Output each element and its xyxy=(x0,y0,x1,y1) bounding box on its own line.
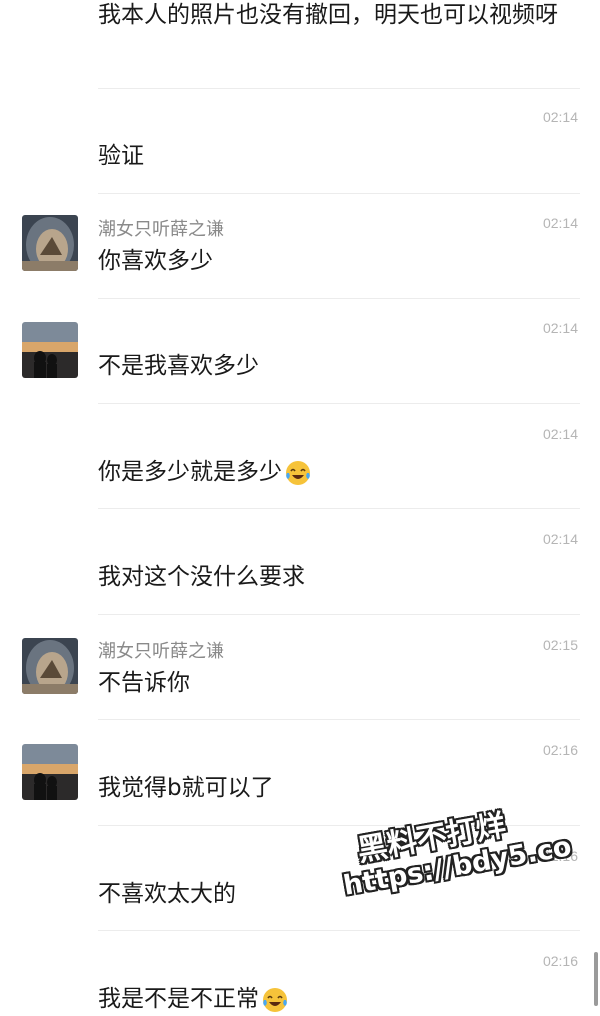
avatar[interactable] xyxy=(22,322,78,378)
message-time: 02:16 xyxy=(542,953,578,969)
message-text-content: 我是不是不正常 xyxy=(98,986,259,1012)
message-time: 02:14 xyxy=(542,426,578,442)
message-text-content: 你是多少就是多少 xyxy=(98,459,282,485)
avatar[interactable] xyxy=(22,215,78,271)
message-text: 不告诉你 xyxy=(98,670,190,696)
message-item[interactable]: 02:16 我是不是不正常 xyxy=(0,930,600,1012)
message-item[interactable]: 02:14 你是多少就是多少 xyxy=(0,403,600,508)
message-time: 02:16 xyxy=(542,742,578,758)
message-text: 我对这个没什么要求 xyxy=(98,564,305,590)
message-time: 02:14 xyxy=(542,320,578,336)
avatar[interactable] xyxy=(22,744,78,800)
sender-name: 潮女只听薛之谦 xyxy=(98,219,224,240)
message-text: 验证 xyxy=(98,143,144,169)
message-text: 我本人的照片也没有撤回，明天也可以视频呀 xyxy=(98,2,558,28)
message-item[interactable]: 我本人的照片也没有撤回，明天也可以视频呀 xyxy=(0,0,600,88)
laugh-cry-emoji-icon xyxy=(286,460,310,485)
message-text: 不是我喜欢多少 xyxy=(98,353,259,379)
message-item[interactable]: 02:14 我对这个没什么要求 xyxy=(0,508,600,614)
scrollbar[interactable] xyxy=(594,952,598,1006)
laugh-cry-emoji-icon xyxy=(263,987,287,1012)
message-time: 02:14 xyxy=(542,109,578,125)
message-time: 02:15 xyxy=(542,637,578,653)
message-text: 我是不是不正常 xyxy=(98,982,570,1016)
message-item[interactable]: 潮女只听薛之谦 02:15 不告诉你 xyxy=(0,614,600,719)
message-item[interactable]: 02:14 验证 xyxy=(0,88,600,193)
avatar[interactable] xyxy=(22,638,78,694)
message-item[interactable]: 02:14 不是我喜欢多少 xyxy=(0,298,600,403)
sender-name: 潮女只听薛之谦 xyxy=(98,641,224,662)
message-text: 你喜欢多少 xyxy=(98,248,213,274)
message-item[interactable]: 潮女只听薛之谦 02:14 你喜欢多少 xyxy=(0,193,600,298)
message-time: 02:14 xyxy=(542,215,578,231)
message-text: 你是多少就是多少 xyxy=(98,455,570,489)
message-time: 02:14 xyxy=(542,531,578,547)
